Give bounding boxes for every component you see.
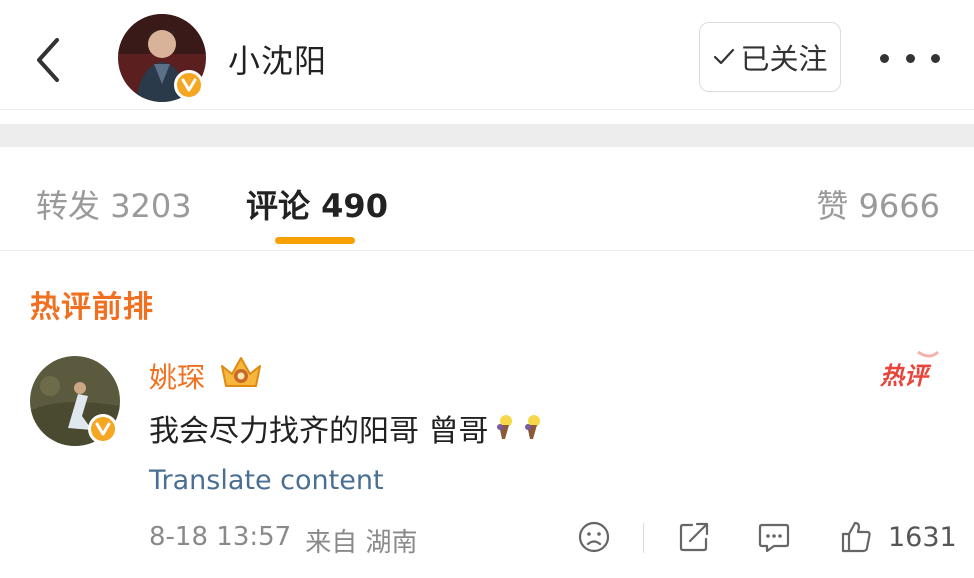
comment-meta: 8-18 13:57 来自 湖南 <box>149 522 417 559</box>
like-count: 1631 <box>888 522 957 553</box>
tab-likes-count: 9666 <box>858 187 940 225</box>
hot-comment-stamp: 热评 <box>878 350 942 390</box>
comment-body: 我会尽力找齐的阳哥 曾哥 <box>149 414 489 449</box>
bouquet-emoji-icon <box>496 415 512 439</box>
hot-comment-stamp-label: 热评 <box>880 362 928 390</box>
tab-comments-label: 评论 <box>246 187 311 225</box>
more-dot-icon <box>905 53 915 63</box>
hot-comments-heading: 热评前排 <box>30 290 154 325</box>
check-icon <box>714 48 735 65</box>
translate-link[interactable]: Translate content <box>149 465 384 496</box>
commenter-name[interactable]: 姚琛 <box>149 356 205 396</box>
verified-v-icon <box>95 422 111 436</box>
tab-comments[interactable]: 评论 490 <box>246 181 388 227</box>
tab-comments-count: 490 <box>321 187 388 225</box>
react-emoji-icon[interactable] <box>576 519 612 555</box>
tab-likes[interactable]: 赞 9666 <box>816 181 940 227</box>
section-separator <box>0 124 974 147</box>
interaction-tabs: 转发 3203 评论 490 赞 9666 <box>0 147 974 251</box>
more-dot-icon <box>880 53 889 63</box>
more-options-button[interactable] <box>880 38 940 78</box>
reply-comment-icon[interactable] <box>756 519 792 555</box>
like-thumb-icon[interactable] <box>838 519 874 555</box>
following-label: 已关注 <box>740 42 828 76</box>
tab-repost[interactable]: 转发 3203 <box>36 181 192 227</box>
active-tab-indicator <box>275 237 355 244</box>
following-button[interactable]: 已关注 <box>699 22 841 92</box>
commenter-avatar[interactable] <box>30 356 120 446</box>
divider <box>643 523 644 553</box>
author-name[interactable]: 小沈阳 <box>228 36 327 82</box>
share-icon[interactable] <box>676 519 712 555</box>
chevron-left-icon <box>37 38 59 82</box>
verified-badge <box>88 414 118 444</box>
tab-repost-label: 转发 <box>36 187 101 225</box>
crown-badge-icon <box>221 357 261 387</box>
verified-v-icon <box>181 78 197 92</box>
comment-text: 我会尽力找齐的阳哥 曾哥 <box>149 406 545 450</box>
author-avatar[interactable] <box>118 14 206 102</box>
more-dot-icon <box>931 53 940 63</box>
comment-timestamp: 8-18 13:57 <box>149 522 292 552</box>
comment-source: 来自 湖南 <box>305 528 418 558</box>
bouquet-emoji-icon <box>524 415 540 439</box>
back-button[interactable] <box>28 32 68 88</box>
verified-badge <box>174 70 204 100</box>
tab-repost-count: 3203 <box>110 187 192 225</box>
top-bar: 小沈阳 已关注 <box>0 0 974 110</box>
tab-likes-label: 赞 <box>816 187 849 225</box>
